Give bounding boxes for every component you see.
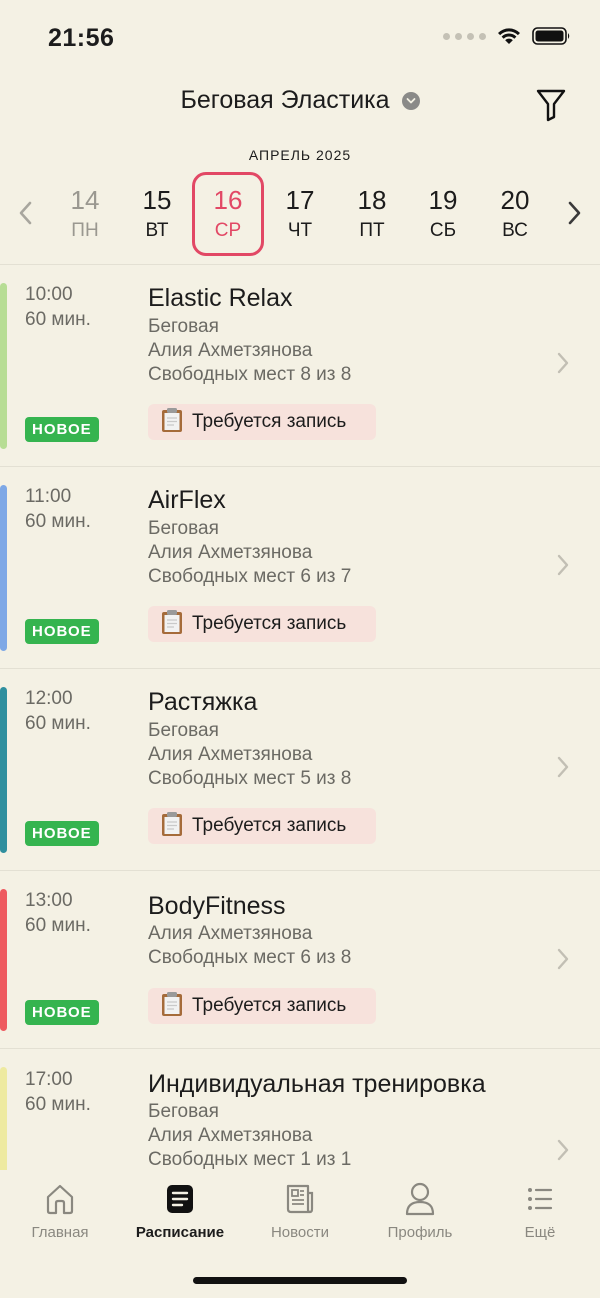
session-location: Беговая <box>148 1101 219 1122</box>
chevron-right-icon <box>556 553 570 582</box>
chevron-right-icon <box>556 1138 570 1167</box>
booking-label: Требуется запись <box>192 815 347 836</box>
booking-required: Требуется запись <box>148 606 376 642</box>
clipboard-icon <box>160 407 184 438</box>
tab-profile[interactable]: Профиль <box>360 1182 480 1241</box>
session-title: Elastic Relax <box>148 284 293 312</box>
session-title: Индивидуальная тренировка <box>148 1070 486 1098</box>
booking-required: Требуется запись <box>148 404 376 440</box>
session-location: Беговая <box>148 518 219 539</box>
status-bar: 21:56 <box>0 0 600 80</box>
session-trainer: Алия Ахметзянова <box>148 1125 313 1146</box>
session-card[interactable]: 17:00 60 мин. Индивидуальная тренировка … <box>0 1049 600 1170</box>
session-color-bar <box>0 687 7 853</box>
session-trainer: Алия Ахметзянова <box>148 744 313 765</box>
session-card[interactable]: 12:00 60 мин. НОВОЕ Растяжка Беговая Али… <box>0 669 600 869</box>
tab-news[interactable]: Новости <box>240 1182 360 1241</box>
booking-label: Требуется запись <box>192 995 347 1016</box>
session-card[interactable]: 13:00 60 мин. НОВОЕ BodyFitness Алия Ахм… <box>0 871 600 1048</box>
tab-schedule[interactable]: Расписание <box>120 1182 240 1241</box>
session-time: 17:00 <box>25 1069 73 1090</box>
clipboard-icon <box>160 609 184 640</box>
next-week-button[interactable] <box>564 200 584 231</box>
tab-more[interactable]: Ещё <box>480 1182 600 1241</box>
day-19[interactable]: 19 СБ <box>407 172 479 256</box>
session-trainer: Алия Ахметзянова <box>148 340 313 361</box>
profile-icon <box>360 1182 480 1216</box>
session-spots: Свободных мест 6 из 7 <box>148 566 352 587</box>
filter-icon[interactable] <box>536 88 566 127</box>
session-time: 12:00 <box>25 688 73 709</box>
session-color-bar <box>0 283 7 449</box>
booking-label: Требуется запись <box>192 613 347 634</box>
new-badge: НОВОЕ <box>25 619 99 644</box>
session-color-bar <box>0 889 7 1031</box>
home-indicator <box>193 1277 407 1284</box>
session-spots: Свободных мест 6 из 8 <box>148 947 352 968</box>
session-duration: 60 мин. <box>25 309 91 330</box>
session-spots: Свободных мест 1 из 1 <box>148 1149 352 1170</box>
prev-week-button[interactable] <box>16 200 36 231</box>
day-20[interactable]: 20 ВС <box>479 172 551 256</box>
new-badge: НОВОЕ <box>25 1000 99 1025</box>
session-title: Растяжка <box>148 688 258 716</box>
clipboard-icon <box>160 991 184 1022</box>
clipboard-icon <box>160 811 184 842</box>
chevron-right-icon <box>556 351 570 380</box>
session-spots: Свободных мест 8 из 8 <box>148 364 352 385</box>
session-time: 10:00 <box>25 284 73 305</box>
month-label: АПРЕЛЬ 2025 <box>248 147 352 163</box>
session-duration: 60 мин. <box>25 915 91 936</box>
schedule-icon <box>120 1182 240 1216</box>
news-icon <box>240 1182 360 1216</box>
page-title: Беговая Эластика <box>180 86 390 114</box>
week-strip: 14 ПН 15 ВТ 16 СР 17 ЧТ 18 ПТ 19 СБ 20 В… <box>0 172 600 258</box>
session-card[interactable]: 10:00 60 мин. НОВОЕ Elastic Relax Бегова… <box>0 265 600 465</box>
status-time: 21:56 <box>48 24 115 52</box>
more-icon <box>480 1182 600 1216</box>
chevron-right-icon <box>556 755 570 784</box>
wifi-icon <box>496 26 522 46</box>
booking-required: Требуется запись <box>148 988 376 1024</box>
tab-home[interactable]: Главная <box>0 1182 120 1241</box>
session-color-bar <box>0 1067 7 1170</box>
session-duration: 60 мин. <box>25 713 91 734</box>
home-icon <box>0 1182 120 1216</box>
session-time: 13:00 <box>25 890 73 911</box>
status-icons <box>443 26 572 46</box>
new-badge: НОВОЕ <box>25 821 99 846</box>
session-duration: 60 мин. <box>25 1094 91 1115</box>
booking-label: Требуется запись <box>192 411 347 432</box>
session-trainer: Алия Ахметзянова <box>148 923 313 944</box>
day-16-selected[interactable]: 16 СР <box>192 172 264 256</box>
session-title: BodyFitness <box>148 892 286 920</box>
day-15[interactable]: 15 ВТ <box>121 172 193 256</box>
session-spots: Свободных мест 5 из 8 <box>148 768 352 789</box>
session-title: AirFlex <box>148 486 226 514</box>
battery-icon <box>532 26 572 46</box>
session-duration: 60 мин. <box>25 511 91 532</box>
session-color-bar <box>0 485 7 651</box>
session-card[interactable]: 11:00 60 мин. НОВОЕ AirFlex Беговая Алия… <box>0 467 600 667</box>
day-17[interactable]: 17 ЧТ <box>264 172 336 256</box>
chevron-down-icon <box>401 91 420 110</box>
session-time: 11:00 <box>25 486 72 507</box>
session-location: Беговая <box>148 720 219 741</box>
session-location: Беговая <box>148 316 219 337</box>
booking-required: Требуется запись <box>148 808 376 844</box>
session-trainer: Алия Ахметзянова <box>148 542 313 563</box>
header: Беговая Эластика <box>0 86 600 130</box>
chevron-right-icon <box>556 947 570 976</box>
day-14[interactable]: 14 ПН <box>49 172 121 256</box>
club-selector[interactable]: Беговая Эластика <box>0 86 600 115</box>
signal-icon <box>443 32 486 40</box>
new-badge: НОВОЕ <box>25 417 99 442</box>
day-18[interactable]: 18 ПТ <box>336 172 408 256</box>
